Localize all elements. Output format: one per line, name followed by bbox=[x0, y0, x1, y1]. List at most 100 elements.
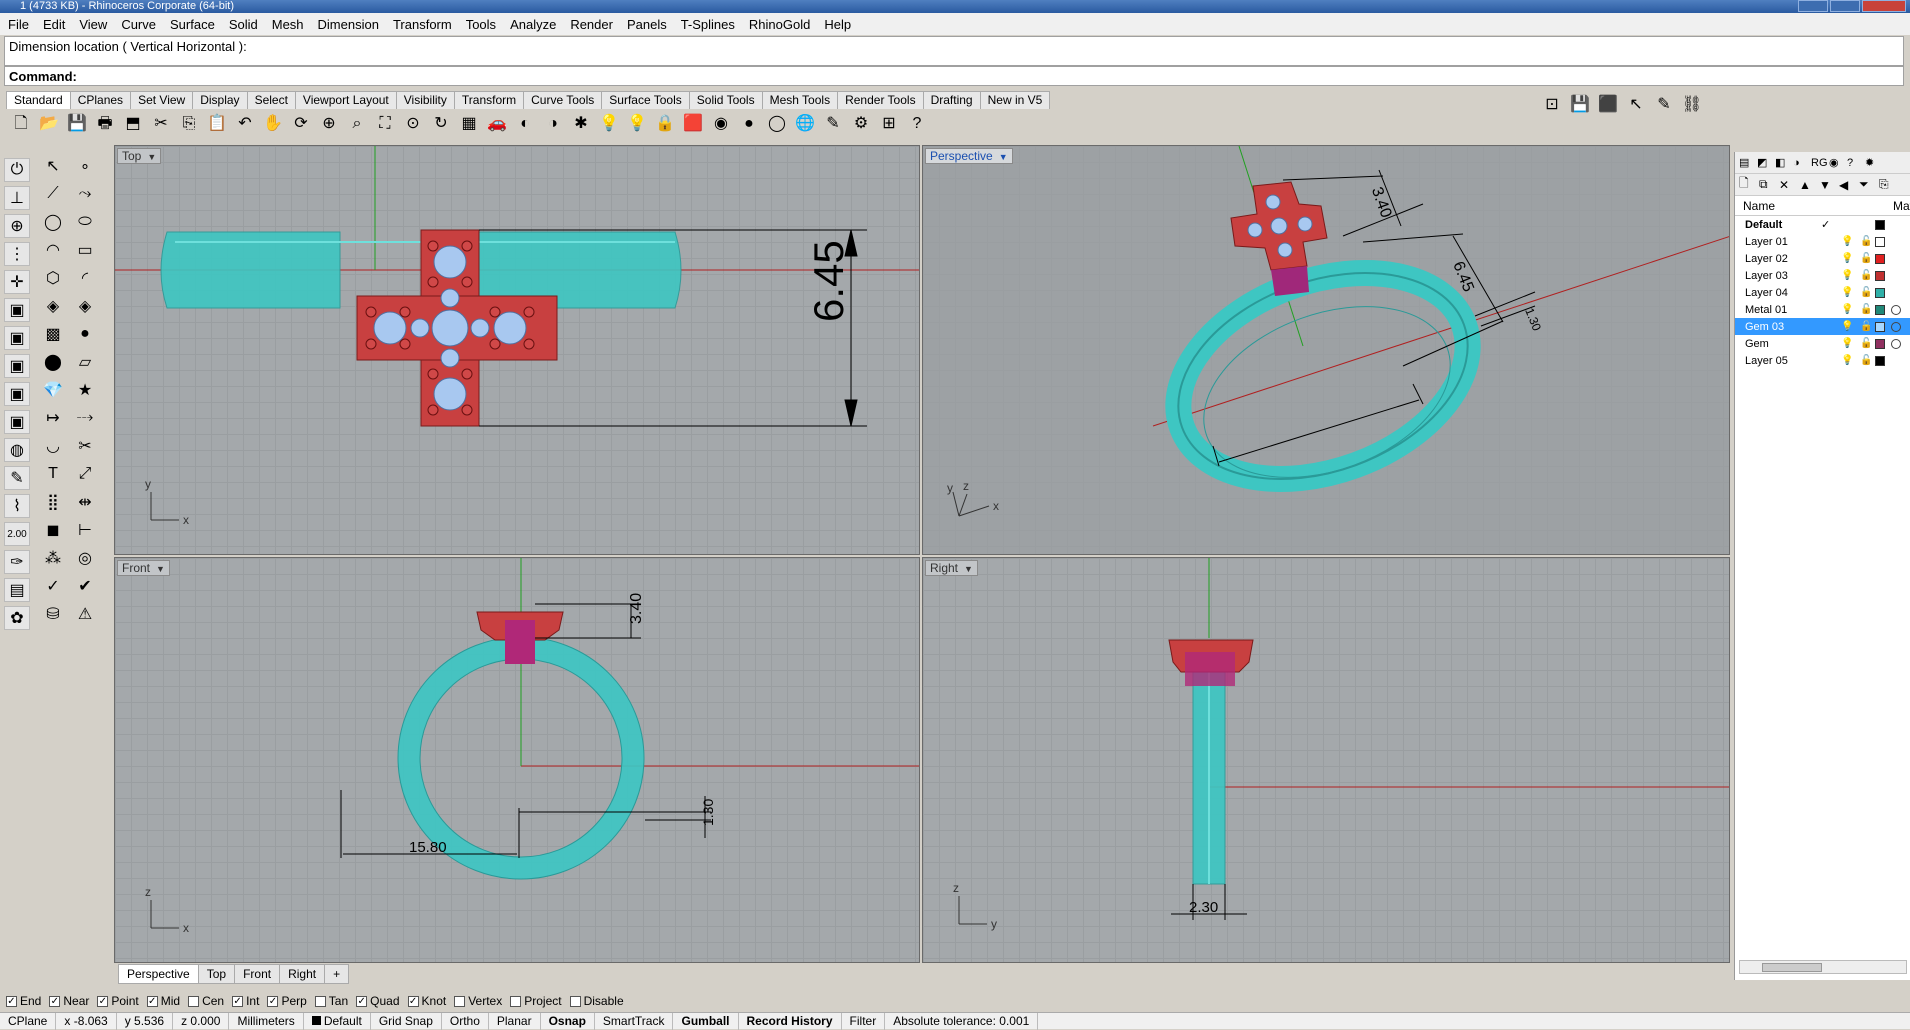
material-icon[interactable] bbox=[1891, 321, 1901, 332]
viewport-front[interactable]: 3.40 1.30 15.80 z x Front ▼ bbox=[114, 557, 920, 963]
viewport-label-front[interactable]: Front ▼ bbox=[117, 560, 170, 576]
maximize-button[interactable] bbox=[1830, 0, 1860, 12]
zoom-window-icon[interactable]: ⌕ bbox=[344, 112, 370, 136]
curve-icon[interactable]: ⤳ bbox=[72, 182, 98, 206]
layer-row[interactable]: Gem 💡 🔓 bbox=[1735, 335, 1910, 352]
tab-curve-tools[interactable]: Curve Tools bbox=[523, 91, 603, 109]
lock-icon[interactable]: 🔓 bbox=[1860, 287, 1872, 298]
tab-solid-tools[interactable]: Solid Tools bbox=[688, 91, 763, 109]
lock-icon[interactable]: 🔓 bbox=[1860, 304, 1872, 315]
menu-curve[interactable]: Curve bbox=[121, 17, 156, 32]
tab-standard[interactable]: Standard bbox=[6, 91, 71, 109]
light2-icon[interactable]: 💡 bbox=[624, 112, 650, 136]
osnap-checkbox[interactable] bbox=[454, 995, 466, 1007]
save-icon[interactable]: 💾 bbox=[64, 112, 90, 136]
cut-icon[interactable]: ✂ bbox=[148, 112, 174, 136]
bulb-icon[interactable]: 💡 bbox=[1841, 304, 1853, 315]
bulb-icon[interactable]: 💡 bbox=[1841, 253, 1853, 264]
menu-help[interactable]: Help bbox=[824, 17, 851, 32]
close-button[interactable] bbox=[1862, 0, 1906, 12]
osnap-int[interactable]: ✓ Int bbox=[232, 994, 259, 1008]
viewport-label-top[interactable]: Top ▼ bbox=[117, 148, 162, 164]
offset-icon[interactable]: ⤏ bbox=[72, 406, 98, 430]
osnap-vertex[interactable]: Vertex bbox=[454, 994, 502, 1008]
sphere2-icon[interactable]: ◯ bbox=[764, 112, 790, 136]
rotate-view-icon[interactable]: ↻ bbox=[428, 112, 454, 136]
tab-visibility[interactable]: Visibility bbox=[395, 91, 455, 109]
tab-mesh-tools[interactable]: Mesh Tools bbox=[761, 91, 839, 109]
scrollbar-thumb[interactable] bbox=[1762, 963, 1822, 972]
tab-display[interactable]: Display bbox=[192, 91, 248, 109]
polyline-icon[interactable]: ⟋ bbox=[40, 182, 66, 206]
layer-row[interactable]: Layer 04 💡 🔓 bbox=[1735, 284, 1910, 301]
osnap-checkbox[interactable] bbox=[188, 995, 200, 1007]
sphere-icon[interactable]: ● bbox=[736, 112, 762, 136]
osnap-checkbox[interactable] bbox=[569, 995, 581, 1007]
paste-icon[interactable]: 📋 bbox=[204, 112, 230, 136]
osnap-checkbox[interactable]: ✓ bbox=[146, 995, 158, 1007]
cylinder-icon[interactable]: ⬤ bbox=[40, 350, 66, 374]
circle-icon[interactable]: ◯ bbox=[40, 210, 66, 234]
status-record-history[interactable]: Record History bbox=[739, 1012, 842, 1030]
layer-color-swatch[interactable] bbox=[1875, 355, 1885, 366]
viewport-top[interactable]: 6.45 y x Top ▼ bbox=[114, 145, 920, 555]
bulb-icon[interactable]: 💡 bbox=[1841, 287, 1853, 298]
cube-icon[interactable]: ⬛ bbox=[1596, 92, 1620, 116]
sphere-tool-icon[interactable]: ● bbox=[72, 322, 98, 346]
light-icon[interactable]: ◉ bbox=[1829, 156, 1845, 169]
lock-icon[interactable]: 🔓 bbox=[1860, 270, 1872, 281]
menu-t-splines[interactable]: T-Splines bbox=[681, 17, 735, 32]
help-icon[interactable]: ? bbox=[904, 112, 930, 136]
gem-icon[interactable]: 💎 bbox=[40, 378, 66, 402]
menu-dimension[interactable]: Dimension bbox=[318, 17, 379, 32]
hide-icon[interactable]: ◐ bbox=[512, 112, 538, 136]
viewport-label-right[interactable]: Right ▼ bbox=[925, 560, 978, 576]
status-filter[interactable]: Filter bbox=[842, 1012, 886, 1030]
osnap-checkbox[interactable]: ✓ bbox=[407, 995, 419, 1007]
viewport-icon[interactable]: ⊡ bbox=[1540, 92, 1564, 116]
osnap-cen[interactable]: Cen bbox=[188, 994, 224, 1008]
zoom-in-icon[interactable]: ⊕ bbox=[316, 112, 342, 136]
tick-icon[interactable]: ✔ bbox=[72, 574, 98, 598]
menu-mesh[interactable]: Mesh bbox=[272, 17, 304, 32]
osnap-end[interactable]: ✓ End bbox=[6, 994, 41, 1008]
extend-icon[interactable]: ↦ bbox=[40, 406, 66, 430]
layers-scrollbar[interactable] bbox=[1739, 960, 1907, 974]
menu-rhinogold[interactable]: RhinoGold bbox=[749, 17, 810, 32]
viewport-tab-perspective[interactable]: Perspective bbox=[118, 964, 199, 984]
menu-edit[interactable]: Edit bbox=[43, 17, 65, 32]
lock-icon[interactable]: 🔒 bbox=[652, 112, 678, 136]
lock-icon[interactable]: 🔓 bbox=[1860, 338, 1872, 349]
select-arrow-icon[interactable]: ↖ bbox=[40, 154, 66, 178]
tool2-icon[interactable]: ▤ bbox=[4, 578, 30, 602]
move-icon[interactable]: ✛ bbox=[4, 270, 30, 294]
car-icon[interactable]: 🚗 bbox=[484, 112, 510, 136]
status-ortho[interactable]: Ortho bbox=[442, 1012, 489, 1030]
status-layer[interactable]: Default bbox=[304, 1012, 371, 1030]
save-small-icon[interactable]: 💾 bbox=[1568, 92, 1592, 116]
tab-drafting[interactable]: Drafting bbox=[922, 91, 981, 109]
mirror-icon[interactable]: ⇹ bbox=[72, 490, 98, 514]
grid-icon[interactable]: ▦ bbox=[456, 112, 482, 136]
status-smarttrack[interactable]: SmartTrack bbox=[595, 1012, 674, 1030]
env-icon[interactable]: ◑ bbox=[1793, 157, 1809, 169]
rectangle-icon[interactable]: ▭ bbox=[72, 238, 98, 262]
osnap-checkbox[interactable]: ✓ bbox=[232, 995, 244, 1007]
ellipse-icon[interactable]: ⬭ bbox=[72, 210, 98, 234]
layer-color-swatch[interactable] bbox=[1875, 219, 1885, 230]
layer-color-swatch[interactable] bbox=[1875, 338, 1885, 349]
tab-render-tools[interactable]: Render Tools bbox=[837, 91, 924, 109]
check-icon[interactable]: ✓ bbox=[40, 574, 66, 598]
minimize-button[interactable] bbox=[1798, 0, 1828, 12]
layer-color-swatch[interactable] bbox=[1875, 321, 1885, 332]
select-icon[interactable]: ↖ bbox=[1624, 92, 1648, 116]
osnap-tan[interactable]: Tan bbox=[314, 994, 348, 1008]
box-icon[interactable]: ▩ bbox=[40, 322, 66, 346]
help-icon[interactable]: ? bbox=[1847, 157, 1863, 169]
tab-select[interactable]: Select bbox=[246, 91, 296, 109]
print-icon[interactable]: 🖶 bbox=[92, 112, 118, 136]
pen-icon[interactable]: ✎ bbox=[820, 112, 846, 136]
viewport-label-perspective[interactable]: Perspective ▼ bbox=[925, 148, 1013, 164]
viewport-tab-right[interactable]: Right bbox=[279, 964, 326, 984]
status-gumball[interactable]: Gumball bbox=[673, 1012, 739, 1030]
